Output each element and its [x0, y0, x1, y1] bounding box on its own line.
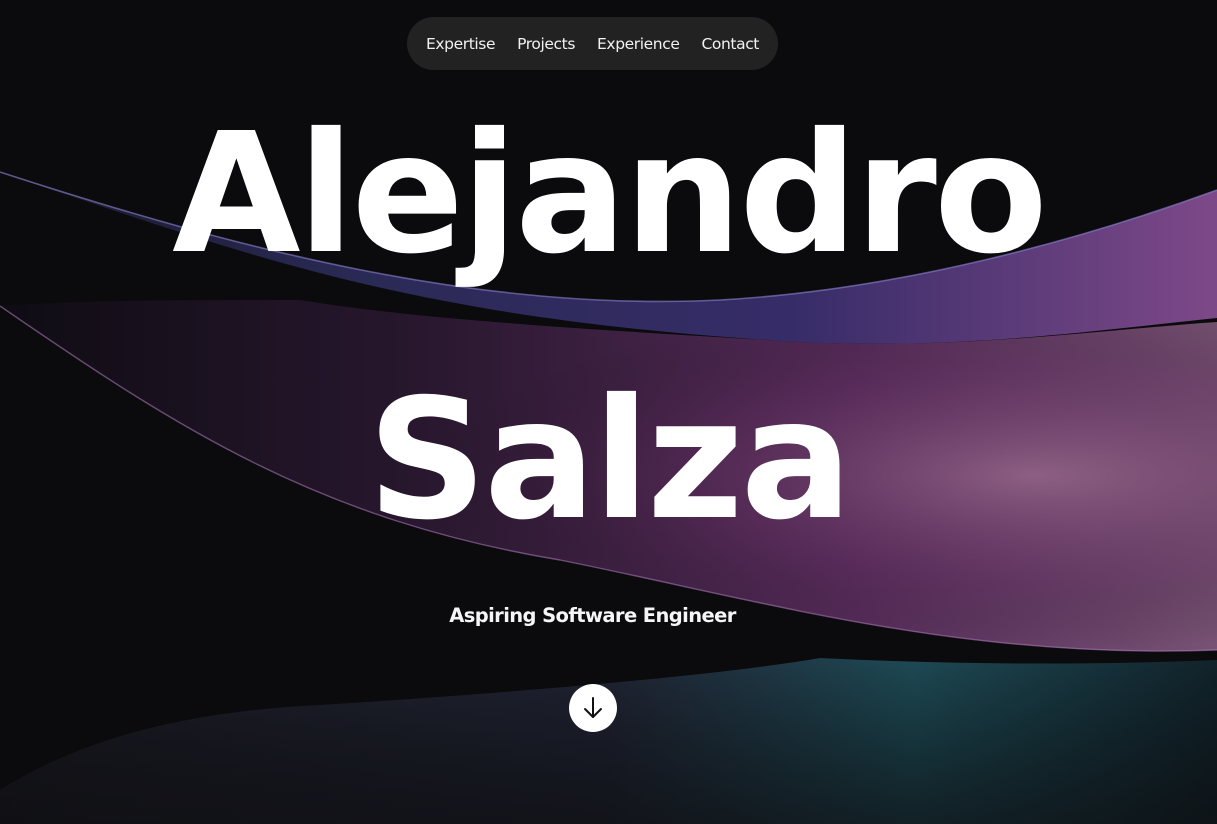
nav-expertise[interactable]: Expertise [426, 35, 496, 53]
nav-projects[interactable]: Projects [517, 35, 575, 53]
nav-experience[interactable]: Experience [597, 35, 680, 53]
scroll-down-button[interactable] [569, 684, 617, 732]
nav-contact[interactable]: Contact [701, 35, 759, 53]
arrow-down-icon [584, 697, 602, 718]
hero-last-name: Salza [367, 364, 852, 557]
page: Expertise Projects Experience Contact Al… [0, 0, 1217, 824]
top-nav: Expertise Projects Experience Contact [407, 17, 778, 70]
hero-subtitle: Aspiring Software Engineer [449, 604, 736, 627]
hero-first-name: Alejandro [172, 98, 1048, 291]
